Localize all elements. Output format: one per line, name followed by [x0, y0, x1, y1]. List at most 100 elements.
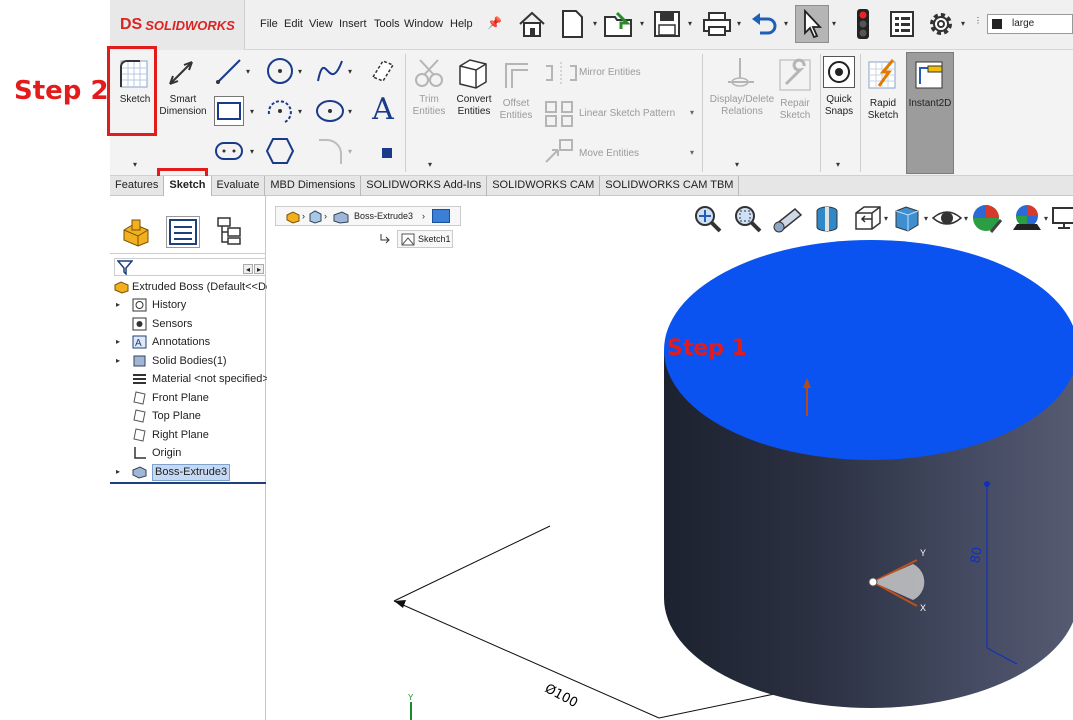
offset-entities-button[interactable]: Offset Entities — [494, 98, 538, 122]
save-icon[interactable] — [650, 5, 684, 43]
trim-group-dropdown-icon[interactable]: ▾ — [428, 160, 432, 169]
linear-pattern-dropdown-icon[interactable]: ▾ — [690, 108, 694, 117]
menu-file[interactable]: File — [260, 18, 278, 30]
expand-arrow-icon[interactable]: ▸ — [116, 352, 120, 370]
rebuild-traffic-light-icon[interactable] — [846, 5, 880, 43]
triad-x-label: X — [920, 603, 926, 613]
relations-dropdown-icon[interactable]: ▾ — [735, 160, 739, 169]
property-manager-tab-icon[interactable] — [166, 216, 200, 248]
tree-item-front-plane[interactable]: Front Plane — [110, 389, 266, 407]
spline-icon[interactable] — [315, 56, 345, 86]
svg-text:A: A — [135, 338, 142, 349]
ellipse-dropdown-icon[interactable]: ▾ — [348, 107, 352, 116]
tree-item-origin[interactable]: Origin — [110, 444, 266, 462]
mirror-entities-button[interactable]: Mirror Entities — [579, 67, 641, 79]
menu-tools[interactable]: Tools — [374, 18, 400, 30]
move-entities-button[interactable]: Move Entities — [579, 148, 639, 160]
rectangle-dropdown-icon[interactable]: ▾ — [250, 107, 254, 116]
configuration-manager-tab-icon[interactable] — [214, 216, 246, 248]
tree-item-right-plane[interactable]: Right Plane — [110, 426, 266, 444]
home-icon[interactable] — [515, 5, 549, 43]
open-dropdown-icon[interactable]: ▾ — [640, 19, 644, 28]
repair-sketch-button[interactable]: Repair Sketch — [772, 98, 818, 122]
tab-mbd-dimensions[interactable]: MBD Dimensions — [265, 176, 362, 196]
menu-view[interactable]: View — [309, 18, 333, 30]
new-dropdown-icon[interactable]: ▾ — [593, 19, 597, 28]
ellipse-icon[interactable] — [315, 96, 345, 126]
tree-item-top-plane[interactable]: Top Plane — [110, 407, 266, 425]
tab-features[interactable]: Features — [110, 176, 165, 196]
menu-edit[interactable]: Edit — [284, 18, 303, 30]
spline-dropdown-icon[interactable]: ▾ — [348, 67, 352, 76]
undo-icon[interactable] — [747, 5, 781, 43]
convert-entities-button[interactable]: Convert Entities — [450, 94, 498, 118]
open-folder-icon[interactable] — [602, 5, 636, 43]
line-dropdown-icon[interactable]: ▾ — [246, 67, 250, 76]
print-dropdown-icon[interactable]: ▾ — [737, 19, 741, 28]
quick-snaps-dropdown-icon[interactable]: ▾ — [836, 160, 840, 169]
expand-arrow-icon[interactable]: ▸ — [116, 296, 120, 314]
expand-arrow-icon[interactable]: ▸ — [116, 463, 120, 481]
linear-sketch-pattern-button[interactable]: Linear Sketch Pattern — [579, 108, 675, 120]
circle-icon[interactable] — [265, 56, 295, 86]
move-entities-dropdown-icon[interactable]: ▾ — [690, 148, 694, 157]
tab-sketch[interactable]: Sketch — [164, 176, 212, 196]
print-icon[interactable] — [700, 5, 734, 43]
tree-item-solid-bodies-1[interactable]: ▸ Solid Bodies(1) — [110, 352, 266, 370]
fillet-icon[interactable] — [315, 136, 345, 166]
tab-solidworks-add-ins[interactable]: SOLIDWORKS Add-Ins — [361, 176, 488, 196]
options-dropdown-icon[interactable]: ▾ — [961, 19, 965, 28]
height-label: 80 — [968, 546, 986, 565]
menu-insert[interactable]: Insert — [339, 18, 367, 30]
rectangle-icon[interactable] — [214, 96, 244, 126]
quick-snaps-button[interactable]: Quick Snaps — [818, 94, 860, 118]
menu-window[interactable]: Window — [404, 18, 443, 30]
save-dropdown-icon[interactable]: ▾ — [688, 19, 692, 28]
mirror-entities-icon — [544, 62, 578, 84]
sketch-group-dropdown-icon[interactable]: ▾ — [133, 160, 137, 169]
display-delete-relations-button[interactable]: Display/Delete Relations — [704, 94, 780, 118]
expand-arrow-icon[interactable]: ▸ — [116, 333, 120, 351]
undo-dropdown-icon[interactable]: ▾ — [784, 19, 788, 28]
text-icon[interactable]: A — [368, 92, 398, 127]
tree-item-sensors[interactable]: Sensors — [110, 315, 266, 333]
polygon-icon[interactable] — [265, 136, 295, 166]
search-input[interactable]: large — [987, 14, 1073, 34]
select-icon[interactable] — [795, 5, 829, 43]
pin-icon[interactable]: 📌 — [487, 16, 502, 30]
offset-entities-icon — [500, 58, 534, 92]
instant2d-button[interactable]: Instant2D — [906, 98, 954, 110]
menu-help[interactable]: Help — [450, 18, 473, 30]
point-icon[interactable] — [372, 138, 402, 168]
tree-item-history[interactable]: ▸ History — [110, 296, 266, 314]
slot-icon[interactable] — [214, 136, 244, 166]
solidworks-logo[interactable]: DS SOLIDWORKS — [110, 0, 245, 50]
tree-root[interactable]: Extruded Boss (Default<<De — [110, 278, 272, 296]
graphics-area: › › Boss-Extrude3 › Sketch1 ▾ ▾ ▾ ▾ Ø100… — [267, 196, 1073, 720]
tree-item-annotations[interactable]: ▸ A Annotations — [110, 333, 266, 351]
arc-dropdown-icon[interactable]: ▾ — [298, 107, 302, 116]
slot-dropdown-icon[interactable]: ▾ — [250, 147, 254, 156]
trim-entities-button[interactable]: Trim Entities — [406, 94, 452, 118]
line-icon[interactable] — [214, 56, 244, 86]
rapid-sketch-button[interactable]: Rapid Sketch — [862, 98, 904, 122]
tree-filter-bar[interactable] — [114, 258, 266, 276]
file-properties-icon[interactable] — [885, 5, 919, 43]
new-document-icon[interactable] — [555, 5, 589, 43]
fillet-dropdown-icon[interactable]: ▾ — [348, 147, 352, 156]
gear-icon[interactable] — [924, 5, 958, 43]
sketch-plane-icon[interactable] — [368, 56, 398, 86]
arc-icon[interactable] — [265, 96, 295, 126]
feature-manager-tab-icon[interactable] — [120, 216, 152, 248]
convert-label-1: Convert — [456, 94, 492, 105]
overflow-dots-icon[interactable]: ⋮ — [974, 16, 982, 25]
step-1-annotation: Step 1 — [667, 336, 747, 361]
tab-evaluate[interactable]: Evaluate — [212, 176, 266, 196]
smart-dimension-button[interactable]: Smart Dimension — [156, 94, 210, 118]
tree-item-boss-extrude3[interactable]: ▸ Boss-Extrude3 — [110, 463, 266, 481]
tree-item-material-not-specified[interactable]: Material <not specified> — [110, 370, 269, 388]
tab-solidworks-cam[interactable]: SOLIDWORKS CAM — [487, 176, 601, 196]
tab-solidworks-cam-tbm[interactable]: SOLIDWORKS CAM TBM — [600, 176, 740, 196]
select-dropdown-icon[interactable]: ▾ — [832, 19, 836, 28]
circle-dropdown-icon[interactable]: ▾ — [298, 67, 302, 76]
